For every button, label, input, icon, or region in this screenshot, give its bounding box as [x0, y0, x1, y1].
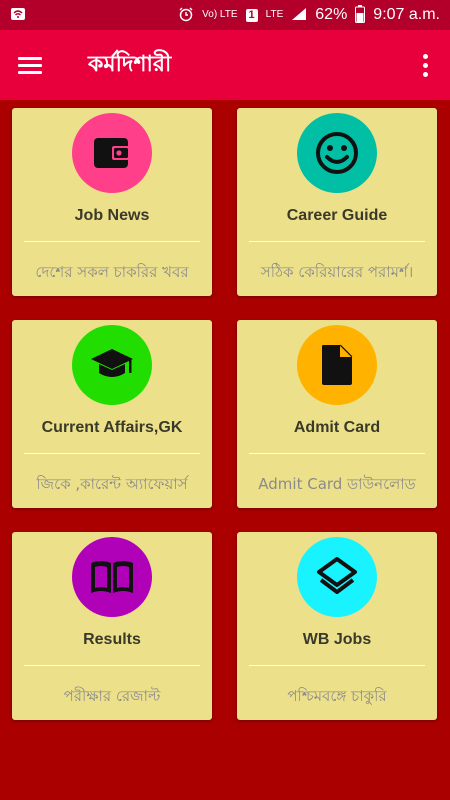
- alarm-icon: [178, 6, 194, 24]
- status-bar: Vo) LTE 1 LTE 62% 9:07 a.m.: [0, 0, 450, 30]
- lte-indicator: LTE: [265, 9, 284, 20]
- battery-icon: [355, 5, 366, 25]
- divider: [24, 241, 200, 242]
- signal-icon: [291, 7, 307, 23]
- app-bar: কর্মদিশারী: [0, 30, 450, 100]
- card-subtitle: Admit Card ডাউনলোড: [258, 475, 416, 493]
- card-job-news[interactable]: Job News দেশের সকল চাকরির খবর: [12, 108, 212, 296]
- app-title: কর্মদিশারী: [88, 51, 172, 77]
- card-subtitle: পরীক্ষার রেজাল্ট: [63, 687, 161, 705]
- notification-icon: [10, 7, 26, 23]
- divider: [24, 665, 200, 666]
- divider: [249, 453, 425, 454]
- card-results[interactable]: Results পরীক্ষার রেজাল্ট: [12, 532, 212, 720]
- smiley-icon: [297, 113, 377, 193]
- divider: [249, 241, 425, 242]
- document-icon: [297, 325, 377, 405]
- clock: 9:07 a.m.: [373, 6, 440, 23]
- graduation-cap-icon: [72, 325, 152, 405]
- divider: [249, 665, 425, 666]
- book-icon: [72, 537, 152, 617]
- menu-button[interactable]: [0, 30, 60, 100]
- card-admit-card[interactable]: Admit Card Admit Card ডাউনলোড: [237, 320, 437, 508]
- card-subtitle: সঠিক কেরিয়ারের পরামর্শ।: [260, 263, 414, 281]
- wallet-icon: [72, 113, 152, 193]
- card-current-affairs[interactable]: Current Affairs,GK জিকে ,কারেন্ট অ্যাফেয…: [12, 320, 212, 508]
- layers-icon: [297, 537, 377, 617]
- card-title: Results: [83, 631, 141, 648]
- card-title: Current Affairs,GK: [41, 419, 183, 436]
- card-subtitle: পশ্চিমবঙ্গে চাকুরি: [287, 687, 387, 705]
- card-wb-jobs[interactable]: WB Jobs পশ্চিমবঙ্গে চাকুরি: [237, 532, 437, 720]
- card-title: WB Jobs: [302, 631, 372, 648]
- hamburger-icon: [18, 55, 42, 76]
- card-title: Job News: [74, 207, 150, 224]
- sim-icon: 1: [245, 8, 258, 22]
- overflow-menu-button[interactable]: [400, 30, 450, 100]
- battery-percent: 62%: [315, 6, 348, 23]
- card-career-guide[interactable]: Career Guide সঠিক কেরিয়ারের পরামর্শ।: [237, 108, 437, 296]
- card-title: Admit Card: [293, 419, 381, 436]
- volte-indicator: Vo) LTE: [202, 9, 238, 20]
- divider: [24, 453, 200, 454]
- card-subtitle: দেশের সকল চাকরির খবর: [35, 263, 189, 281]
- card-subtitle: জিকে ,কারেন্ট অ্যাফেয়ার্স: [36, 475, 188, 493]
- card-title: Career Guide: [286, 207, 388, 224]
